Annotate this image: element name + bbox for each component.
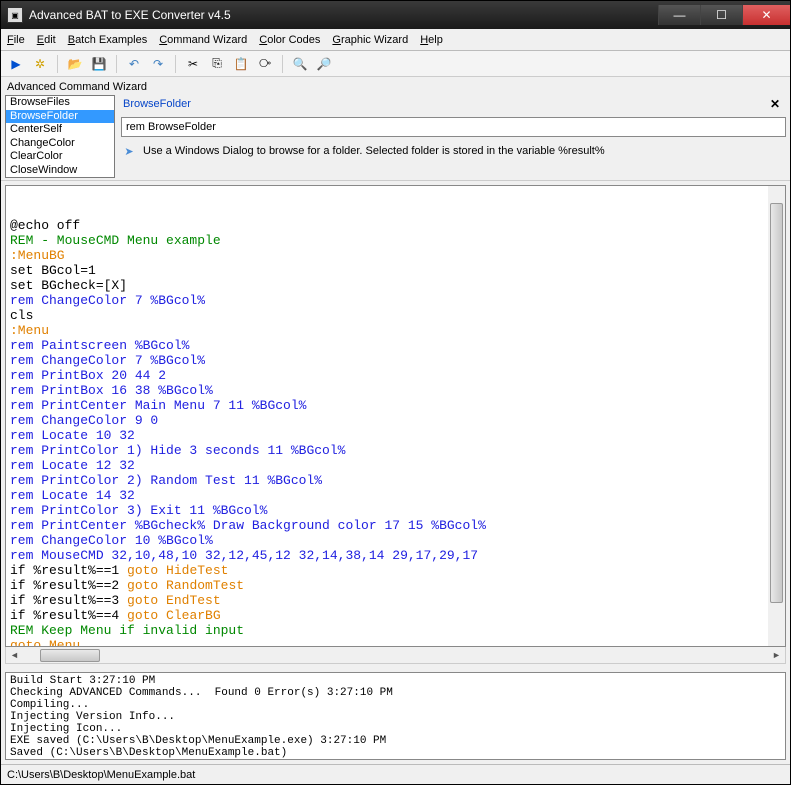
wizard-description: Use a Windows Dialog to browse for a fol…	[143, 145, 605, 157]
titlebar[interactable]: ▣ Advanced BAT to EXE Converter v4.5 ― ☐…	[1, 1, 790, 29]
close-button[interactable]: ✕	[742, 5, 790, 25]
app-icon: ▣	[7, 7, 23, 23]
cut-icon[interactable]: ✂	[184, 55, 202, 73]
vertical-scrollbar[interactable]	[768, 186, 785, 646]
scrollbar-thumb[interactable]	[40, 649, 100, 662]
open-icon[interactable]: 📂	[66, 55, 84, 73]
code-line[interactable]: set BGcol=1	[10, 263, 781, 278]
wizard-close-icon[interactable]: ✕	[764, 97, 786, 111]
code-line[interactable]: if %result%==2 goto RandomTest	[10, 578, 781, 593]
menu-command-wizard[interactable]: Command Wizard	[159, 34, 247, 46]
scroll-left-icon[interactable]: ◄	[6, 647, 23, 664]
app-window: ▣ Advanced BAT to EXE Converter v4.5 ― ☐…	[0, 0, 791, 785]
code-line[interactable]: rem Locate 14 32	[10, 488, 781, 503]
output-line: Checking ADVANCED Commands... Found 0 Er…	[10, 687, 781, 699]
status-filepath: C:\Users\B\Desktop\MenuExample.bat	[7, 769, 195, 781]
code-line[interactable]: rem Paintscreen %BGcol%	[10, 338, 781, 353]
undo-icon[interactable]: ↶	[125, 55, 143, 73]
output-line: EXE saved (C:\Users\B\Desktop\MenuExampl…	[10, 735, 781, 747]
scroll-right-icon[interactable]: ►	[768, 647, 785, 664]
menu-help[interactable]: Help	[420, 34, 443, 46]
toolbar: ▶ ✲ 📂 💾 ↶ ↷ ✂ ⎘ 📋 ⧂ 🔍 🔎	[1, 51, 790, 77]
statusbar: C:\Users\B\Desktop\MenuExample.bat	[1, 764, 790, 784]
editor-pane: @echo offREM - MouseCMD Menu example:Men…	[1, 181, 790, 668]
code-line[interactable]: rem ChangeColor 7 %BGcol%	[10, 293, 781, 308]
zoom-in-icon[interactable]: 🔍	[291, 55, 309, 73]
zoom-out-icon[interactable]: 🔎	[315, 55, 333, 73]
menu-batch-examples[interactable]: Batch Examples	[68, 34, 148, 46]
code-line[interactable]: :Menu	[10, 323, 781, 338]
toolbar-separator	[116, 55, 117, 73]
list-item[interactable]: CloseWindow	[6, 164, 114, 178]
code-line[interactable]: rem PrintCenter Main Menu 7 11 %BGcol%	[10, 398, 781, 413]
output-line: Build Start 3:27:10 PM	[10, 675, 781, 687]
list-item[interactable]: ChangeColor	[6, 137, 114, 151]
redo-icon[interactable]: ↷	[149, 55, 167, 73]
output-line: Saved (C:\Users\B\Desktop\MenuExample.ba…	[10, 747, 781, 759]
code-line[interactable]: @echo off	[10, 218, 781, 233]
menu-edit[interactable]: Edit	[37, 34, 56, 46]
output-line: Compiling...	[10, 699, 781, 711]
code-line[interactable]: if %result%==3 goto EndTest	[10, 593, 781, 608]
code-line[interactable]: if %result%==4 goto ClearBG	[10, 608, 781, 623]
menu-file[interactable]: File	[7, 34, 25, 46]
toolbar-separator	[175, 55, 176, 73]
code-line[interactable]: rem Locate 12 32	[10, 458, 781, 473]
code-line[interactable]: REM - MouseCMD Menu example	[10, 233, 781, 248]
list-item[interactable]: CenterSelf	[6, 123, 114, 137]
copy-icon[interactable]: ⎘	[208, 55, 226, 73]
list-item[interactable]: ClearColor	[6, 150, 114, 164]
menu-graphic-wizard[interactable]: Graphic Wizard	[332, 34, 408, 46]
toolbar-separator	[282, 55, 283, 73]
scrollbar-thumb[interactable]	[770, 203, 783, 603]
code-line[interactable]: rem ChangeColor 7 %BGcol%	[10, 353, 781, 368]
output-line: Injecting Version Info...	[10, 711, 781, 723]
code-line[interactable]: rem PrintColor 3) Exit 11 %BGcol%	[10, 503, 781, 518]
horizontal-scrollbar[interactable]: ◄ ►	[5, 647, 786, 664]
maximize-button[interactable]: ☐	[700, 5, 742, 25]
wizard-section-label: Advanced Command Wizard	[5, 79, 786, 95]
paste-icon[interactable]: 📋	[232, 55, 250, 73]
gear-icon[interactable]: ✲	[31, 55, 49, 73]
command-wizard-panel: Advanced Command Wizard BrowseFiles Brow…	[1, 77, 790, 181]
code-line[interactable]: set BGcheck=[X]	[10, 278, 781, 293]
minimize-button[interactable]: ―	[658, 5, 700, 25]
code-line[interactable]: rem PrintCenter %BGcheck% Draw Backgroun…	[10, 518, 781, 533]
output-pane: Build Start 3:27:10 PMChecking ADVANCED …	[1, 668, 790, 764]
list-item[interactable]: BrowseFiles	[6, 96, 114, 110]
wizard-command-title: BrowseFolder	[121, 98, 764, 110]
play-icon[interactable]: ▶	[7, 55, 25, 73]
toolbar-separator	[57, 55, 58, 73]
code-line[interactable]: goto Menu	[10, 638, 781, 647]
code-line[interactable]: :MenuBG	[10, 248, 781, 263]
code-line[interactable]: rem PrintBox 20 44 2	[10, 368, 781, 383]
code-line[interactable]: cls	[10, 308, 781, 323]
save-icon[interactable]: 💾	[90, 55, 108, 73]
wizard-command-input[interactable]	[121, 117, 786, 137]
command-listbox[interactable]: BrowseFiles BrowseFolder CenterSelf Chan…	[5, 95, 115, 178]
code-line[interactable]: rem PrintColor 1) Hide 3 seconds 11 %BGc…	[10, 443, 781, 458]
window-title: Advanced BAT to EXE Converter v4.5	[29, 8, 658, 22]
code-line[interactable]: rem Locate 10 32	[10, 428, 781, 443]
code-editor[interactable]: @echo offREM - MouseCMD Menu example:Men…	[5, 185, 786, 647]
code-line[interactable]: rem PrintBox 16 38 %BGcol%	[10, 383, 781, 398]
code-line[interactable]: if %result%==1 goto HideTest	[10, 563, 781, 578]
info-arrow-icon: ➤	[121, 143, 137, 159]
code-line[interactable]: rem ChangeColor 10 %BGcol%	[10, 533, 781, 548]
find-icon[interactable]: ⧂	[256, 55, 274, 73]
code-line[interactable]: REM Keep Menu if invalid input	[10, 623, 781, 638]
code-line[interactable]: rem MouseCMD 32,10,48,10 32,12,45,12 32,…	[10, 548, 781, 563]
menubar: File Edit Batch Examples Command Wizard …	[1, 29, 790, 51]
output-line: Injecting Icon...	[10, 723, 781, 735]
code-line[interactable]: rem PrintColor 2) Random Test 11 %BGcol%	[10, 473, 781, 488]
build-output[interactable]: Build Start 3:27:10 PMChecking ADVANCED …	[5, 672, 786, 760]
code-line[interactable]: rem ChangeColor 9 0	[10, 413, 781, 428]
menu-color-codes[interactable]: Color Codes	[259, 34, 320, 46]
list-item[interactable]: BrowseFolder	[6, 110, 114, 124]
